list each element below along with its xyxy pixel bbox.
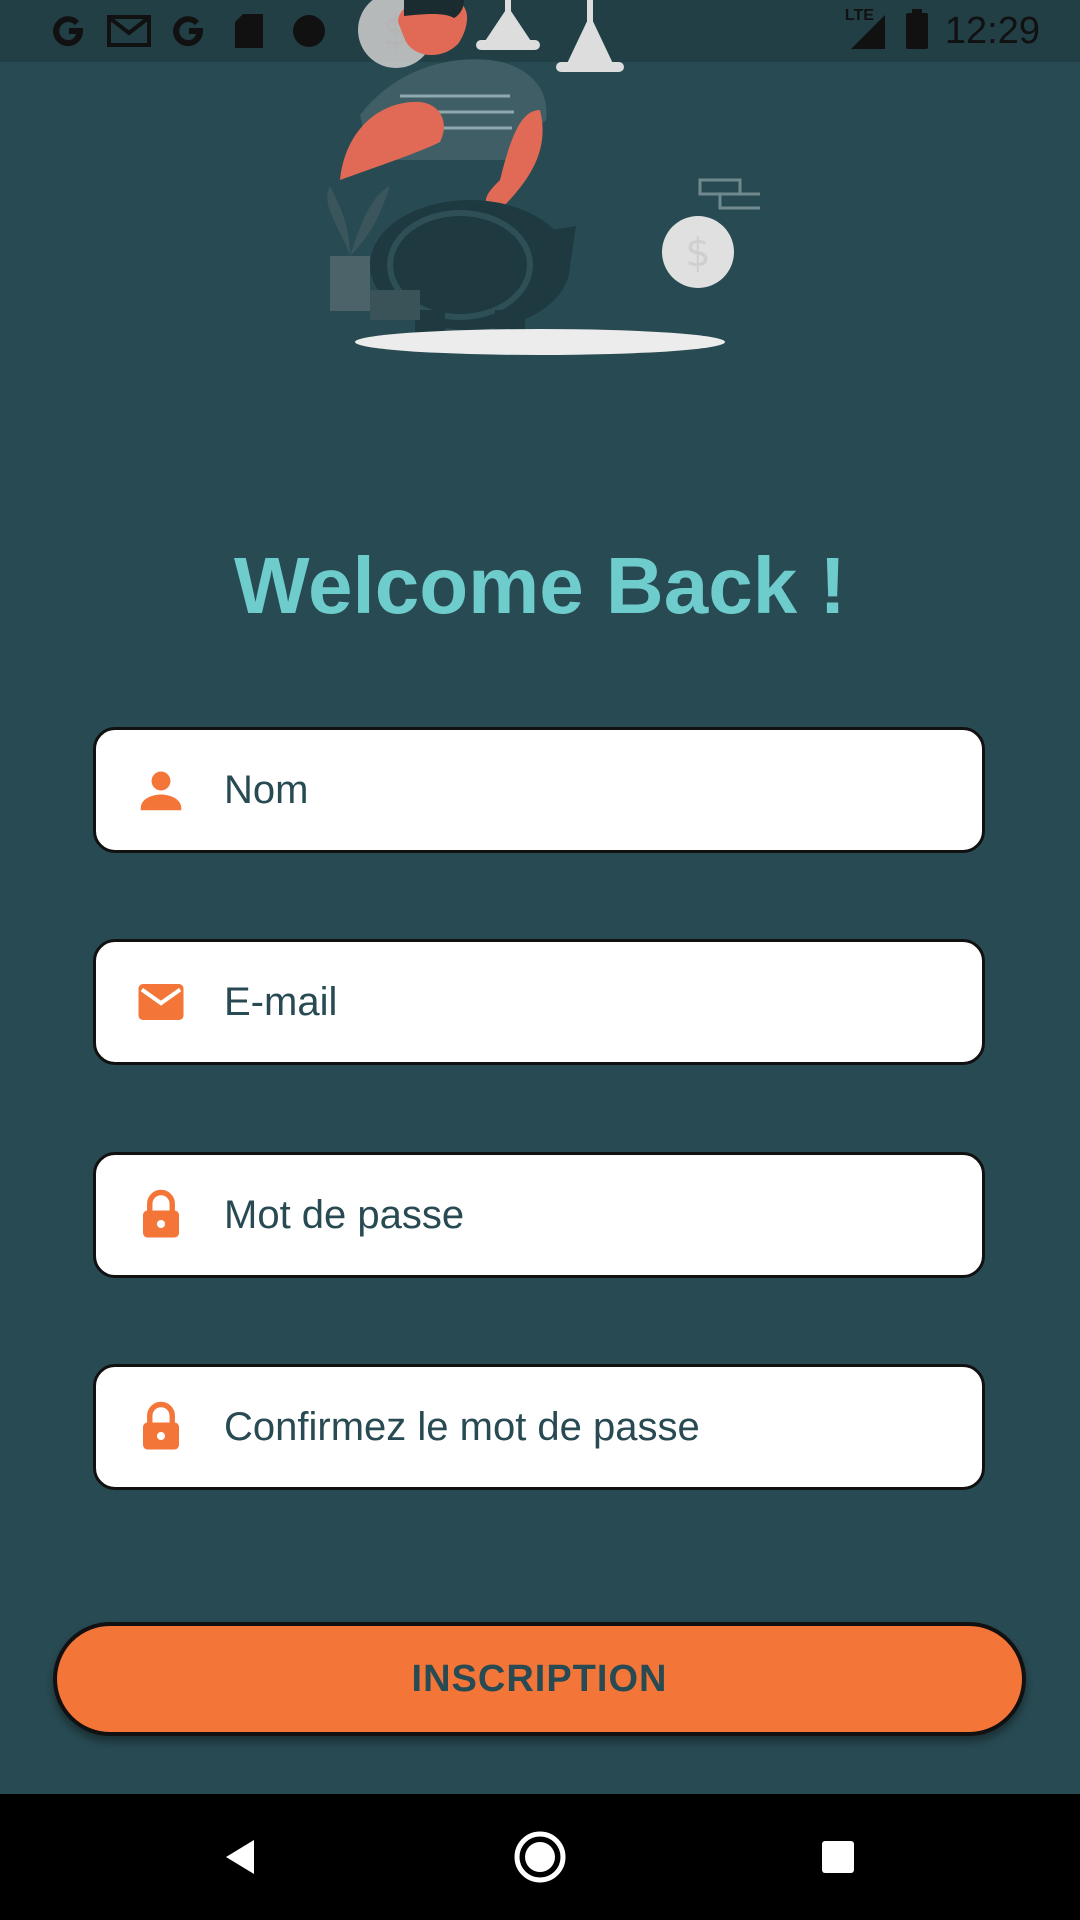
confirm-password-input[interactable] <box>222 1367 962 1487</box>
piggy-bank-saving-illustration: $ $ <box>327 0 760 355</box>
sd-card-icon <box>226 8 272 54</box>
signal-icon: LTE <box>845 7 889 51</box>
inscription-button[interactable]: INSCRIPTION <box>53 1622 1026 1736</box>
email-field[interactable] <box>93 939 985 1065</box>
battery-icon <box>905 8 929 54</box>
person-icon <box>140 771 182 811</box>
google-icon <box>46 8 92 54</box>
recents-icon[interactable] <box>778 1794 898 1920</box>
home-icon[interactable] <box>480 1794 600 1920</box>
system-status: LTE 12:29 <box>845 7 1040 54</box>
google-icon <box>166 8 212 54</box>
page-title: Welcome Back ! <box>233 541 847 630</box>
lock-icon <box>143 1401 179 1450</box>
name-input[interactable] <box>222 730 962 850</box>
gmail-icon <box>106 8 152 54</box>
network-type: LTE <box>844 7 874 24</box>
email-input[interactable] <box>222 942 962 1062</box>
lock-icon <box>143 1189 179 1238</box>
notification-icons <box>46 8 332 54</box>
back-icon[interactable] <box>180 1794 300 1920</box>
password-input[interactable] <box>222 1155 962 1275</box>
password-field[interactable] <box>93 1152 985 1278</box>
name-field[interactable] <box>93 727 985 853</box>
confirm-password-field[interactable] <box>93 1364 985 1490</box>
navigation-bar <box>0 1794 1080 1920</box>
clock: 12:29 <box>944 9 1040 52</box>
mail-icon <box>138 984 184 1020</box>
svg-text:$: $ <box>685 230 710 276</box>
